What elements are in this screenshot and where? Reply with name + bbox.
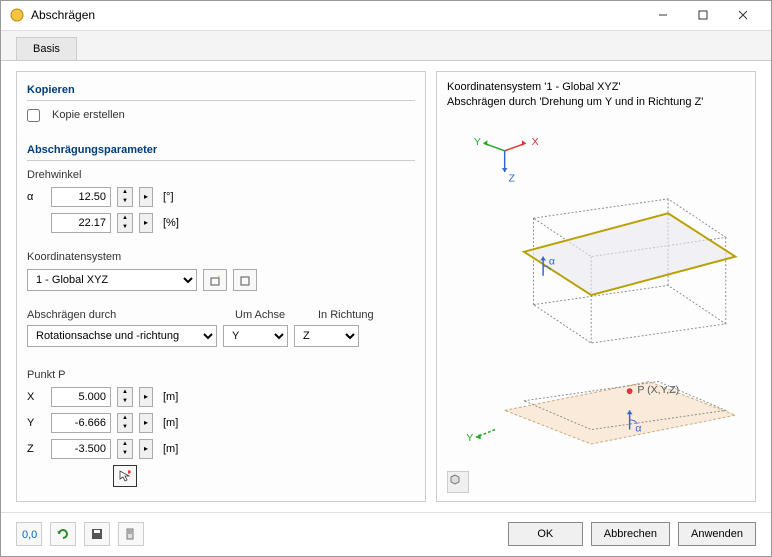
alpha-pct-input[interactable] [51,213,111,233]
maximize-button[interactable] [683,1,723,29]
svg-text:X: X [532,136,539,148]
units-button[interactable]: 0,00 [16,522,42,546]
section-kopieren: Kopieren [27,80,415,101]
alpha-deg-input[interactable] [51,187,111,207]
edit-coord-button[interactable] [233,269,257,291]
point-y-arrow[interactable]: ▸ [139,413,153,433]
cube-icon [448,472,462,486]
edit-icon [238,273,252,287]
point-z-spinner[interactable]: ▲▼ [117,439,133,459]
point-y-row: Y ▲▼ ▸ [m] [27,413,415,433]
alpha-symbol: α [27,191,45,203]
point-x-spinner[interactable]: ▲▼ [117,387,133,407]
coord-select[interactable]: 1 - Global XYZ [27,269,197,291]
copy-checkbox[interactable] [27,109,40,122]
point-x-unit: [m] [163,391,178,403]
content-area: Kopieren Kopie erstellen Abschrägungspar… [1,61,771,512]
section-params: Abschrägungsparameter [27,140,415,161]
skew-axis-select[interactable]: Y [223,325,288,347]
pick-point-button[interactable] [113,465,137,487]
preview-line1: Koordinatensystem '1 - Global XYZ' [447,80,745,95]
svg-text:Y: Y [474,136,481,148]
minimize-button[interactable] [643,1,683,29]
point-z-row: Z ▲▼ ▸ [m] [27,439,415,459]
preview-image: X Y Z α [447,122,745,487]
log-icon [124,527,138,541]
y-label: Y [27,417,45,429]
right-panel: Koordinatensystem '1 - Global XYZ' Absch… [436,71,756,502]
save-icon [90,527,104,541]
preview-options-button[interactable] [447,471,469,493]
new-icon [208,273,222,287]
alpha-pct-arrow[interactable]: ▸ [139,213,153,233]
point-y-unit: [m] [163,417,178,429]
skew-direction-select[interactable]: Z [294,325,359,347]
titlebar: Abschrägen [1,1,771,31]
svg-text:Y: Y [466,432,473,444]
skew-method-select[interactable]: Rotationsachse und -richtung [27,325,217,347]
point-z-unit: [m] [163,443,178,455]
svg-text:0,00: 0,00 [22,529,37,541]
cancel-button[interactable]: Abbrechen [591,522,670,546]
tab-basis[interactable]: Basis [16,37,77,60]
save-button[interactable] [84,522,110,546]
pick-point-row [113,465,415,487]
z-label: Z [27,443,45,455]
cursor-icon [118,469,132,483]
refresh-button[interactable] [50,522,76,546]
direction-label: In Richtung [318,309,374,321]
preview-line2: Abschrägen durch 'Drehung um Y und in Ri… [447,95,745,110]
alpha-deg-arrow[interactable]: ▸ [139,187,153,207]
alpha-deg-unit: [°] [163,191,174,203]
tab-bar: Basis [1,31,771,61]
coord-row: 1 - Global XYZ [27,269,415,291]
ok-button[interactable]: OK [508,522,583,546]
svg-text:Z: Z [509,172,516,184]
x-label: X [27,391,45,403]
alpha-pct-unit: [%] [163,217,179,229]
point-x-row: X ▲▼ ▸ [m] [27,387,415,407]
alpha-pct-row: ▲▼ ▸ [%] [27,213,415,233]
point-z-arrow[interactable]: ▸ [139,439,153,459]
svg-text:P (X,Y,Z): P (X,Y,Z) [637,384,679,396]
skew-row: Rotationsachse und -richtung Y Z [27,325,415,347]
dialog-window: Abschrägen Basis Kopieren Kopie erstelle… [0,0,772,557]
point-y-spinner[interactable]: ▲▼ [117,413,133,433]
copy-row: Kopie erstellen [27,109,415,122]
copy-label: Kopie erstellen [52,109,125,121]
coord-label: Koordinatensystem [27,251,415,263]
axis-label: Um Achse [235,309,300,321]
angle-label: Drehwinkel [27,169,415,181]
svg-text:α: α [635,422,641,434]
skew-labels: Abschrägen durch Um Achse In Richtung [27,309,415,321]
refresh-icon [56,527,70,541]
point-y-input[interactable] [51,413,111,433]
window-title: Abschrägen [31,8,643,22]
apply-button[interactable]: Anwenden [678,522,756,546]
app-icon [9,7,25,23]
svg-text:α: α [549,255,555,267]
new-coord-button[interactable] [203,269,227,291]
alpha-deg-spinner[interactable]: ▲▼ [117,187,133,207]
log-button[interactable] [118,522,144,546]
left-panel: Kopieren Kopie erstellen Abschrägungspar… [16,71,426,502]
point-label: Punkt P [27,369,415,381]
units-icon: 0,00 [21,527,37,541]
point-x-input[interactable] [51,387,111,407]
skew-by-label: Abschrägen durch [27,309,217,321]
footer: 0,00 OK Abbrechen Anwenden [1,512,771,556]
point-z-input[interactable] [51,439,111,459]
point-x-arrow[interactable]: ▸ [139,387,153,407]
alpha-pct-spinner[interactable]: ▲▼ [117,213,133,233]
alpha-deg-row: α ▲▼ ▸ [°] [27,187,415,207]
close-button[interactable] [723,1,763,29]
